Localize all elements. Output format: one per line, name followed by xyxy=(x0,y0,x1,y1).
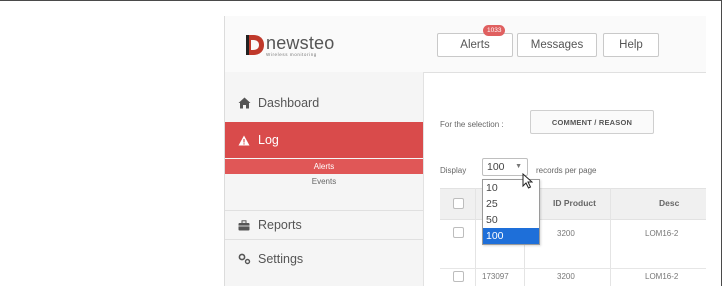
display-label: Display xyxy=(440,166,467,175)
sidebar-item-label: Log xyxy=(258,133,279,147)
column-header-id-product: ID Product xyxy=(553,198,596,208)
table-row[interactable]: 3200 LOM16-2 xyxy=(440,218,706,269)
header: newsteo Wireless monitoring Alerts 1033 … xyxy=(225,16,706,73)
column-header-description: Desc xyxy=(659,198,680,208)
main-content: For the selection : COMMENT / REASON Dis… xyxy=(424,73,706,286)
help-button[interactable]: Help xyxy=(603,33,659,57)
alerts-table: ID Product Desc 3200 LOM16-2 173097 3200… xyxy=(440,188,706,286)
cell-description: LOM16-2 xyxy=(645,272,679,281)
sidebar-item-label: Settings xyxy=(258,252,304,266)
sidebar-subitem-alerts[interactable]: Alerts xyxy=(225,159,423,174)
sidebar-subitem-events[interactable]: Events xyxy=(225,175,423,189)
records-per-page-label: records per page xyxy=(536,166,597,175)
dropdown-option-selected[interactable]: 100 xyxy=(483,228,539,244)
table-header: ID Product Desc xyxy=(440,188,706,220)
app: newsteo Wireless monitoring Alerts 1033 … xyxy=(224,16,706,286)
sidebar-item-label: Reports xyxy=(258,218,302,232)
home-icon xyxy=(237,96,251,110)
logo-word: newsteo xyxy=(266,32,335,53)
messages-button[interactable]: Messages xyxy=(517,33,597,57)
dropdown-option[interactable]: 25 xyxy=(483,196,539,212)
logo-mark-icon xyxy=(246,35,264,55)
mouse-cursor-icon xyxy=(522,173,533,189)
sidebar-item-settings[interactable]: Settings xyxy=(225,244,423,274)
table-row[interactable]: 173097 3200 LOM16-2 xyxy=(440,270,706,286)
alerts-count-badge: 1033 xyxy=(483,25,506,36)
select-all-checkbox[interactable] xyxy=(453,198,464,209)
dropdown-option[interactable]: 50 xyxy=(483,212,539,228)
sidebar: Dashboard Log Alerts Events Reports Sett… xyxy=(225,72,424,286)
records-per-page-value: 100 xyxy=(487,161,505,173)
sidebar-item-label: Dashboard xyxy=(258,96,320,110)
selection-label: For the selection : xyxy=(440,120,504,129)
row-checkbox[interactable] xyxy=(453,227,464,238)
cell-product: 3200 xyxy=(557,272,575,281)
logo: newsteo Wireless monitoring xyxy=(243,31,334,57)
sidebar-item-reports[interactable]: Reports xyxy=(225,210,423,240)
alerts-button[interactable]: Alerts xyxy=(437,33,513,57)
comment-reason-button[interactable]: COMMENT / REASON xyxy=(530,110,654,134)
cell-product: 3200 xyxy=(557,229,575,238)
briefcase-icon xyxy=(237,218,251,232)
row-checkbox[interactable] xyxy=(453,271,464,282)
cell-id: 173097 xyxy=(482,272,509,281)
warning-icon xyxy=(237,133,251,147)
logo-tagline: Wireless monitoring xyxy=(266,51,317,57)
sidebar-item-log[interactable]: Log xyxy=(225,122,423,158)
cell-description: LOM16-2 xyxy=(645,229,679,238)
sidebar-item-dashboard[interactable]: Dashboard xyxy=(225,88,423,118)
chevron-down-icon: ▼ xyxy=(515,163,522,170)
gears-icon xyxy=(237,252,251,266)
